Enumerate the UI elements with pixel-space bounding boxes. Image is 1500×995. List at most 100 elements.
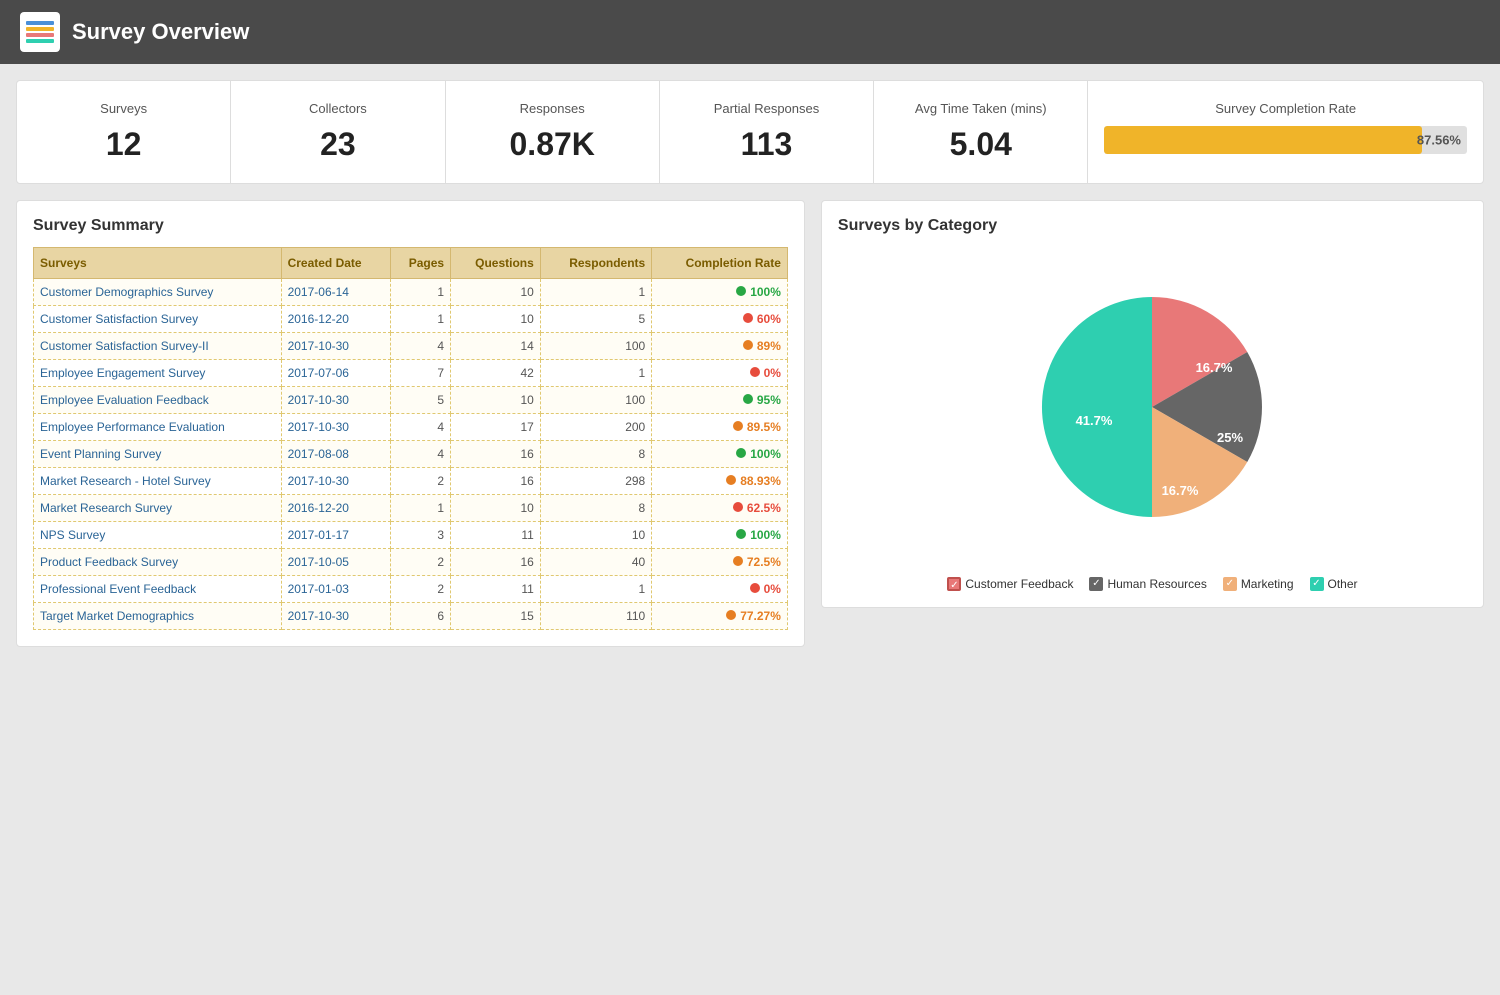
cell-respondents: 1: [540, 279, 651, 306]
legend-box-marketing: ✓: [1223, 577, 1237, 591]
cell-respondents: 10: [540, 522, 651, 549]
survey-summary-panel: Survey Summary Surveys Created Date Page…: [16, 200, 805, 647]
cell-questions: 16: [451, 549, 541, 576]
completion-dot: [726, 610, 736, 620]
cell-pages: 6: [390, 603, 451, 630]
stat-collectors: Collectors 23: [231, 81, 445, 183]
label-customer: 16.7%: [1196, 360, 1233, 375]
cell-completion-rate: 100%: [652, 441, 788, 468]
cell-survey-name[interactable]: Customer Satisfaction Survey: [34, 306, 282, 333]
stat-responses: Responses 0.87K: [446, 81, 660, 183]
label-marketing: 16.7%: [1162, 483, 1199, 498]
table-header-row: Surveys Created Date Pages Questions Res…: [34, 248, 788, 279]
cell-created-date: 2017-01-17: [281, 522, 390, 549]
cell-survey-name[interactable]: Customer Demographics Survey: [34, 279, 282, 306]
cell-survey-name[interactable]: Target Market Demographics: [34, 603, 282, 630]
legend-label-marketing: Marketing: [1241, 577, 1294, 591]
completion-dot: [733, 421, 743, 431]
table-row: Employee Performance Evaluation 2017-10-…: [34, 414, 788, 441]
cell-respondents: 8: [540, 495, 651, 522]
avg-time-label: Avg Time Taken (mins): [890, 101, 1071, 116]
stat-partial: Partial Responses 113: [660, 81, 874, 183]
cell-pages: 1: [390, 495, 451, 522]
cell-pages: 1: [390, 306, 451, 333]
table-row: Customer Demographics Survey 2017-06-14 …: [34, 279, 788, 306]
app-header: Survey Overview: [0, 0, 1500, 64]
cell-pages: 2: [390, 468, 451, 495]
category-title: Surveys by Category: [838, 217, 1467, 235]
cell-created-date: 2017-10-30: [281, 387, 390, 414]
stats-row: Surveys 12 Collectors 23 Responses 0.87K…: [16, 80, 1484, 184]
cell-respondents: 100: [540, 387, 651, 414]
table-row: Product Feedback Survey 2017-10-05 2 16 …: [34, 549, 788, 576]
cell-created-date: 2017-08-08: [281, 441, 390, 468]
cell-completion-rate: 72.5%: [652, 549, 788, 576]
cell-created-date: 2017-10-05: [281, 549, 390, 576]
cell-created-date: 2017-10-30: [281, 414, 390, 441]
cell-completion-rate: 95%: [652, 387, 788, 414]
main-content: Surveys 12 Collectors 23 Responses 0.87K…: [0, 64, 1500, 663]
category-panel: Surveys by Category: [821, 200, 1484, 608]
table-row: Customer Satisfaction Survey-II 2017-10-…: [34, 333, 788, 360]
completion-dot: [743, 394, 753, 404]
table-row: Event Planning Survey 2017-08-08 4 16 8 …: [34, 441, 788, 468]
cell-survey-name[interactable]: Professional Event Feedback: [34, 576, 282, 603]
label-hr: 25%: [1217, 430, 1243, 445]
completion-dot: [743, 340, 753, 350]
completion-dot: [750, 583, 760, 593]
cell-completion-rate: 100%: [652, 522, 788, 549]
pie-chart: 16.7% 25% 16.7% 41.7%: [1012, 267, 1292, 547]
cell-survey-name[interactable]: Product Feedback Survey: [34, 549, 282, 576]
col-completion-rate: Completion Rate: [652, 248, 788, 279]
avg-time-value: 5.04: [890, 126, 1071, 163]
cell-survey-name[interactable]: Customer Satisfaction Survey-II: [34, 333, 282, 360]
completion-dot: [736, 286, 746, 296]
cell-respondents: 100: [540, 333, 651, 360]
cell-questions: 10: [451, 495, 541, 522]
cell-survey-name[interactable]: Market Research Survey: [34, 495, 282, 522]
partial-label: Partial Responses: [676, 101, 857, 116]
completion-rate-label: Survey Completion Rate: [1104, 101, 1467, 116]
completion-dot: [750, 367, 760, 377]
cell-survey-name[interactable]: Event Planning Survey: [34, 441, 282, 468]
legend-human-resources: ✓ Human Resources: [1089, 577, 1206, 591]
col-surveys: Surveys: [34, 248, 282, 279]
completion-rate-bar-wrap: 87.56%: [1104, 126, 1467, 154]
cell-respondents: 298: [540, 468, 651, 495]
cell-pages: 4: [390, 414, 451, 441]
cell-respondents: 1: [540, 360, 651, 387]
cell-pages: 3: [390, 522, 451, 549]
cell-survey-name[interactable]: Market Research - Hotel Survey: [34, 468, 282, 495]
table-row: Market Research Survey 2016-12-20 1 10 8…: [34, 495, 788, 522]
survey-summary-title: Survey Summary: [33, 217, 788, 235]
cell-survey-name[interactable]: Employee Evaluation Feedback: [34, 387, 282, 414]
cell-completion-rate: 100%: [652, 279, 788, 306]
cell-questions: 10: [451, 306, 541, 333]
legend-box-other: ✓: [1310, 577, 1324, 591]
table-row: Market Research - Hotel Survey 2017-10-3…: [34, 468, 788, 495]
collectors-label: Collectors: [247, 101, 428, 116]
legend-marketing: ✓ Marketing: [1223, 577, 1294, 591]
cell-survey-name[interactable]: Employee Engagement Survey: [34, 360, 282, 387]
cell-respondents: 5: [540, 306, 651, 333]
pie-svg: 16.7% 25% 16.7% 41.7%: [1012, 267, 1292, 547]
cell-created-date: 2017-10-30: [281, 333, 390, 360]
legend-box-customer: ✓: [947, 577, 961, 591]
collectors-value: 23: [247, 126, 428, 163]
cell-questions: 42: [451, 360, 541, 387]
completion-dot: [726, 475, 736, 485]
cell-survey-name[interactable]: Employee Performance Evaluation: [34, 414, 282, 441]
cell-created-date: 2017-01-03: [281, 576, 390, 603]
cell-questions: 10: [451, 279, 541, 306]
responses-label: Responses: [462, 101, 643, 116]
cell-survey-name[interactable]: NPS Survey: [34, 522, 282, 549]
cell-pages: 7: [390, 360, 451, 387]
legend-other: ✓ Other: [1310, 577, 1358, 591]
col-questions: Questions: [451, 248, 541, 279]
table-row: Employee Engagement Survey 2017-07-06 7 …: [34, 360, 788, 387]
survey-table: Surveys Created Date Pages Questions Res…: [33, 247, 788, 630]
surveys-value: 12: [33, 126, 214, 163]
cell-created-date: 2016-12-20: [281, 495, 390, 522]
cell-completion-rate: 62.5%: [652, 495, 788, 522]
col-created-date: Created Date: [281, 248, 390, 279]
